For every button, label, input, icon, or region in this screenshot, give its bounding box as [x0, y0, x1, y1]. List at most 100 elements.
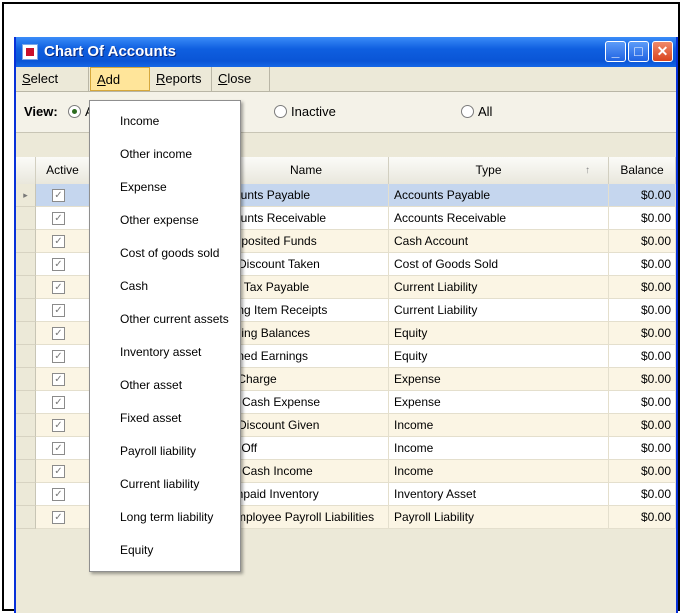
add-menu-item[interactable]: Inventory asset — [120, 341, 201, 363]
row-selector[interactable] — [16, 230, 36, 253]
view-inactive-label: Inactive — [291, 104, 336, 119]
menu-select-mnemonic: S — [22, 71, 31, 86]
account-type-cell: Income — [389, 414, 609, 437]
active-checkbox[interactable]: ✓ — [52, 396, 65, 409]
row-selector[interactable] — [16, 437, 36, 460]
account-name-cell: h Discount Taken — [224, 253, 389, 276]
balance-cell: $0.00 — [609, 299, 676, 322]
row-selector[interactable] — [16, 460, 36, 483]
view-active-radio[interactable] — [68, 105, 81, 118]
add-menu-item[interactable]: Other asset — [120, 374, 182, 396]
account-name-cell: Unpaid Inventory — [224, 483, 389, 506]
active-checkbox[interactable]: ✓ — [52, 235, 65, 248]
menu-reports-mnemonic: R — [156, 71, 166, 86]
account-type-cell: Cost of Goods Sold — [389, 253, 609, 276]
row-selector[interactable] — [16, 276, 36, 299]
active-checkbox[interactable]: ✓ — [52, 281, 65, 294]
balance-cell: $0.00 — [609, 184, 676, 207]
account-name-cell: Employee Payroll Liabilities — [224, 506, 389, 529]
row-selector[interactable] — [16, 322, 36, 345]
row-selector[interactable] — [16, 253, 36, 276]
row-selector[interactable] — [16, 345, 36, 368]
column-balance[interactable]: Balance — [609, 157, 676, 184]
menu-add[interactable]: Add — [90, 67, 150, 91]
account-type-cell: Equity — [389, 322, 609, 345]
add-menu-item[interactable]: Other current assets — [120, 308, 229, 330]
row-selector[interactable] — [16, 368, 36, 391]
active-checkbox[interactable]: ✓ — [52, 350, 65, 363]
column-name[interactable]: Name — [224, 157, 389, 184]
row-selector[interactable] — [16, 299, 36, 322]
minimize-button[interactable]: _ — [605, 41, 626, 62]
menu-reports[interactable]: Reports — [150, 67, 212, 91]
active-cell: ✓ — [36, 184, 90, 207]
active-checkbox[interactable]: ✓ — [52, 212, 65, 225]
balance-cell: $0.00 — [609, 368, 676, 391]
column-active[interactable]: Active — [36, 157, 90, 184]
active-checkbox[interactable]: ✓ — [52, 442, 65, 455]
add-menu-item[interactable]: Cost of goods sold — [120, 242, 219, 264]
account-type-cell: Expense — [389, 368, 609, 391]
row-selector[interactable] — [16, 391, 36, 414]
account-type-cell: Expense — [389, 391, 609, 414]
account-name-cell: te Off — [224, 437, 389, 460]
account-type-cell: Accounts Receivable — [389, 207, 609, 230]
close-window-button[interactable]: ✕ — [652, 41, 673, 62]
row-selector[interactable] — [16, 506, 36, 529]
menu-close[interactable]: Close — [212, 67, 270, 91]
menu-close-mnemonic: C — [218, 71, 228, 86]
title-bar[interactable]: Chart Of Accounts _ □ ✕ — [16, 37, 676, 67]
active-checkbox[interactable]: ✓ — [52, 258, 65, 271]
view-inactive-radio[interactable] — [274, 105, 287, 118]
active-checkbox[interactable]: ✓ — [52, 327, 65, 340]
balance-cell: $0.00 — [609, 391, 676, 414]
add-menu-item[interactable]: Fixed asset — [120, 407, 181, 429]
active-checkbox[interactable]: ✓ — [52, 373, 65, 386]
menu-select[interactable]: Select — [16, 67, 89, 91]
row-selector[interactable] — [16, 207, 36, 230]
row-header-corner — [16, 157, 36, 184]
add-menu-item[interactable]: Income — [120, 110, 159, 132]
active-checkbox[interactable]: ✓ — [52, 511, 65, 524]
account-name-cell: es Tax Payable — [224, 276, 389, 299]
window-title: Chart Of Accounts — [44, 43, 176, 60]
add-menu-item[interactable]: Expense — [120, 176, 167, 198]
maximize-button[interactable]: □ — [628, 41, 649, 62]
active-checkbox[interactable]: ✓ — [52, 189, 65, 202]
add-menu-item[interactable]: Long term liability — [120, 506, 213, 528]
active-checkbox[interactable]: ✓ — [52, 488, 65, 501]
balance-cell: $0.00 — [609, 506, 676, 529]
menu-add-mnemonic: A — [97, 72, 106, 87]
active-cell: ✓ — [36, 299, 90, 322]
active-checkbox[interactable]: ✓ — [52, 304, 65, 317]
account-name-cell: er Cash Expense — [224, 391, 389, 414]
account-name-cell: counts Payable — [224, 184, 389, 207]
balance-cell: $0.00 — [609, 322, 676, 345]
add-menu-item[interactable]: Current liability — [120, 473, 199, 495]
account-type-cell: Income — [389, 460, 609, 483]
active-checkbox[interactable]: ✓ — [52, 465, 65, 478]
column-type[interactable]: Type ↑ — [389, 157, 609, 184]
active-checkbox[interactable]: ✓ — [52, 419, 65, 432]
account-name-cell: k Charge — [224, 368, 389, 391]
row-selector[interactable]: ▸ — [16, 184, 36, 207]
active-cell: ✓ — [36, 460, 90, 483]
view-label: View: — [24, 104, 58, 119]
active-cell: ✓ — [36, 368, 90, 391]
row-selector[interactable] — [16, 414, 36, 437]
active-cell: ✓ — [36, 506, 90, 529]
menu-select-label: elect — [30, 71, 59, 86]
account-type-cell: Payroll Liability — [389, 506, 609, 529]
add-menu-item[interactable]: Cash — [120, 275, 148, 297]
account-name-cell: counts Receivable — [224, 207, 389, 230]
add-menu-item[interactable]: Other expense — [120, 209, 199, 231]
balance-cell: $0.00 — [609, 460, 676, 483]
view-all-radio[interactable] — [461, 105, 474, 118]
balance-cell: $0.00 — [609, 437, 676, 460]
add-menu-item[interactable]: Equity — [120, 539, 153, 561]
active-cell: ✓ — [36, 253, 90, 276]
add-menu-item[interactable]: Other income — [120, 143, 192, 165]
balance-cell: $0.00 — [609, 207, 676, 230]
add-menu-item[interactable]: Payroll liability — [120, 440, 196, 462]
row-selector[interactable] — [16, 483, 36, 506]
